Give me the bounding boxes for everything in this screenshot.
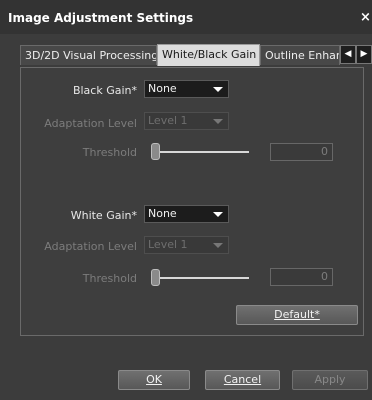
default-button[interactable]: Default* bbox=[236, 305, 358, 325]
apply-button-label: Apply bbox=[314, 373, 346, 386]
white-gain-label: White Gain* bbox=[70, 209, 137, 222]
cancel-button[interactable]: Cancel bbox=[205, 370, 280, 390]
black-adaptation-level-label: Adaptation Level bbox=[44, 117, 137, 130]
ok-button[interactable]: OK bbox=[118, 370, 190, 390]
slider-track bbox=[155, 151, 249, 153]
black-gain-value: None bbox=[148, 82, 177, 95]
white-gain-select[interactable]: None bbox=[144, 205, 229, 223]
white-black-gain-panel bbox=[20, 67, 364, 336]
title-bar: Image Adjustment Settings × bbox=[0, 0, 372, 34]
white-adaptation-level-label: Adaptation Level bbox=[44, 240, 137, 253]
close-icon[interactable]: × bbox=[360, 10, 372, 25]
dialog-window: Image Adjustment Settings × 3D/2D Visual… bbox=[0, 0, 372, 400]
arrow-left-icon[interactable]: ◀ bbox=[340, 45, 356, 64]
white-gain-value: None bbox=[148, 207, 177, 220]
white-adaptation-level-select[interactable]: Level 1 bbox=[144, 236, 229, 254]
cancel-button-label: Cancel bbox=[223, 373, 262, 386]
chevron-down-icon bbox=[213, 87, 223, 92]
black-adaptation-level-value: Level 1 bbox=[148, 114, 188, 127]
slider-track bbox=[155, 277, 249, 279]
apply-button[interactable]: Apply bbox=[292, 370, 368, 390]
black-threshold-label: Threshold bbox=[82, 146, 137, 159]
black-gain-select[interactable]: None bbox=[144, 80, 229, 98]
chevron-down-icon bbox=[213, 243, 223, 248]
white-adaptation-level-value: Level 1 bbox=[148, 238, 188, 251]
slider-thumb[interactable] bbox=[151, 143, 160, 160]
black-adaptation-level-select[interactable]: Level 1 bbox=[144, 112, 229, 130]
dialog-title: Image Adjustment Settings bbox=[8, 11, 194, 25]
tab-3d-2d-visual-processing[interactable]: 3D/2D Visual Processing bbox=[20, 45, 157, 65]
arrow-right-icon[interactable]: ▶ bbox=[356, 45, 372, 64]
black-threshold-slider[interactable] bbox=[151, 142, 249, 160]
white-threshold-input[interactable]: 0 bbox=[270, 268, 333, 286]
tab-outline-enhancement[interactable]: Outline Enhan bbox=[260, 45, 340, 65]
default-button-label: Default* bbox=[274, 308, 320, 321]
slider-thumb[interactable] bbox=[151, 269, 160, 286]
white-threshold-slider[interactable] bbox=[151, 268, 249, 286]
black-gain-label: Black Gain* bbox=[72, 84, 137, 97]
chevron-down-icon bbox=[213, 119, 223, 124]
tab-bar: 3D/2D Visual Processing White/Black Gain… bbox=[20, 44, 372, 67]
chevron-down-icon bbox=[213, 212, 223, 217]
tab-white-black-gain[interactable]: White/Black Gain bbox=[157, 44, 260, 66]
black-threshold-input[interactable]: 0 bbox=[270, 143, 333, 161]
ok-button-label: OK bbox=[146, 373, 162, 386]
white-threshold-label: Threshold bbox=[82, 272, 137, 285]
